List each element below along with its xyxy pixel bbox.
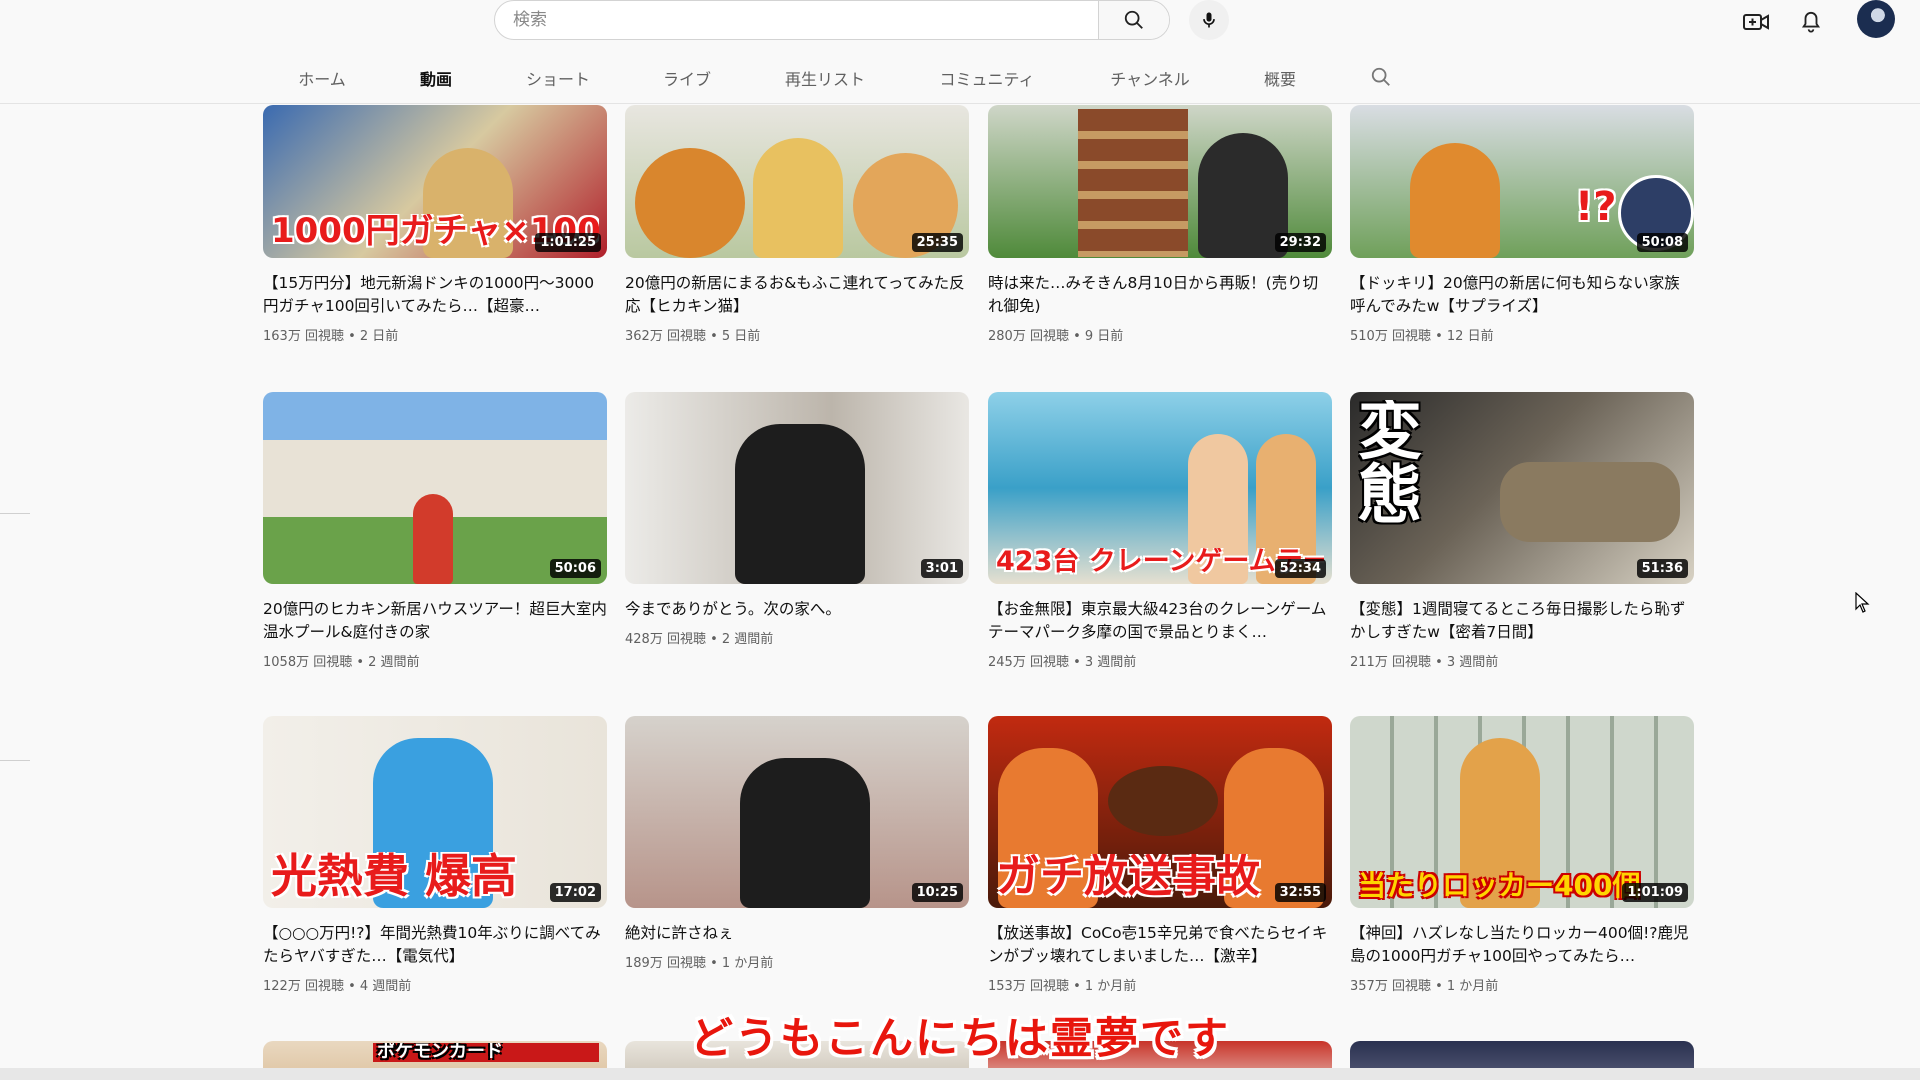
video-thumbnail[interactable]: !? 50:08 [1350, 105, 1694, 258]
thumbnail-person [413, 494, 453, 584]
video-duration: 50:08 [1636, 233, 1688, 252]
video-meta: 153万 回視聴 • 1 か月前 [988, 979, 1137, 994]
tab-community[interactable]: コミュニティ [939, 66, 1034, 90]
video-meta: 280万 回視聴 • 9 日前 [988, 329, 1124, 344]
video-meta: 1058万 回視聴 • 2 週間前 [263, 655, 420, 670]
thumbnail-text: 変態 [1358, 400, 1422, 528]
create-button[interactable] [1738, 4, 1774, 40]
search-box [494, 0, 1170, 40]
video-meta: 362万 回視聴 • 5 日前 [625, 329, 761, 344]
video-thumbnail[interactable]: 29:32 [988, 105, 1332, 258]
thumbnail-person [740, 758, 870, 908]
tab-live[interactable]: ライブ [663, 66, 711, 90]
video-duration: 51:36 [1636, 559, 1688, 578]
video-duration: 3:01 [920, 559, 963, 578]
video-title[interactable]: 【ドッキリ】20億円の新居に何も知らない家族呼んでみたw【サプライズ】 [1350, 272, 1694, 318]
avatar[interactable] [1857, 0, 1895, 38]
video-title[interactable]: 【お金無限】東京最大級423台のクレーンゲームテーマパーク多摩の国で景品とりまく… [988, 598, 1332, 644]
video-title[interactable]: 【放送事故】CoCo壱15辛兄弟で食べたらセイキンがブッ壊れてしまいました…【激… [988, 922, 1332, 968]
video-meta: 189万 回視聴 • 1 か月前 [625, 956, 774, 971]
video-duration: 32:55 [1274, 883, 1326, 902]
video-title[interactable]: 時は来た…みそきん8月10日から再販！(売り切れ御免) [988, 272, 1332, 318]
video-thumbnail[interactable]: 50:06 [263, 392, 607, 584]
search-input[interactable] [495, 1, 1098, 39]
video-duration: 1:01:09 [1622, 883, 1688, 902]
search-icon [1124, 10, 1143, 29]
video-duration: 52:34 [1274, 559, 1326, 578]
video-duration: 10:25 [911, 883, 963, 902]
tab-home[interactable]: ホーム [298, 66, 346, 90]
tab-shorts[interactable]: ショート [526, 66, 590, 90]
video-thumbnail[interactable]: 光熱費 爆高 17:02 [263, 716, 607, 908]
video-title[interactable]: 20億円のヒカキン新居ハウスツアー！超巨大室内温水プール&庭付きの家 [263, 598, 607, 644]
video-title[interactable]: 【変態】1週間寝てるところ毎日撮影したら恥ずかしすぎたw【密着7日間】 [1350, 598, 1694, 644]
thumbnail-text: !? [1575, 186, 1617, 228]
voice-search-button[interactable] [1189, 0, 1229, 40]
video-thumbnail[interactable]: 25:35 [625, 105, 969, 258]
tab-videos[interactable]: 動画 [420, 66, 452, 90]
thumbnail-curry-plate [1108, 766, 1218, 836]
thumbnail-person [1410, 143, 1500, 258]
video-duration: 25:35 [911, 233, 963, 252]
thumbnail-person [753, 138, 843, 258]
video-thumbnail[interactable]: 変態 51:36 [1350, 392, 1694, 584]
video-meta: 428万 回視聴 • 2 週間前 [625, 632, 774, 647]
video-meta: 510万 回視聴 • 12 日前 [1350, 329, 1494, 344]
create-video-icon [1743, 14, 1769, 30]
video-title[interactable]: 【15万円分】地元新潟ドンキの1000円〜3000円ガチャ100回引いてみたら…… [263, 272, 607, 318]
video-meta: 211万 回視聴 • 3 週間前 [1350, 655, 1499, 670]
mouse-cursor-icon [1855, 592, 1870, 613]
search-button[interactable] [1098, 1, 1169, 39]
video-meta: 163万 回視聴 • 2 日前 [263, 329, 399, 344]
thumbnail-person [735, 424, 865, 584]
bottom-edge-bar [0, 1068, 1920, 1080]
top-bar [0, 0, 1920, 40]
tab-playlists[interactable]: 再生リスト [785, 66, 865, 90]
tab-channels[interactable]: チャンネル [1110, 66, 1190, 90]
video-duration: 17:02 [549, 883, 601, 902]
video-title[interactable]: 【神回】ハズレなし当たりロッカー400個!?鹿児島の1000円ガチャ100回やっ… [1350, 922, 1694, 968]
bell-icon [1801, 11, 1821, 33]
notifications-button[interactable] [1793, 4, 1829, 40]
video-thumbnail[interactable]: 当たりロッカー400個 1:01:09 [1350, 716, 1694, 908]
video-meta: 357万 回視聴 • 1 か月前 [1350, 979, 1499, 994]
video-thumbnail[interactable]: ガチ放送事故 32:55 [988, 716, 1332, 908]
thumbnail-person-sleeping [1500, 462, 1680, 542]
thumbnail-cat [635, 148, 745, 258]
thumbnail-boxes [1078, 109, 1188, 257]
left-edge-divider [0, 760, 30, 761]
video-thumbnail[interactable]: 1000円ガチャ×100回 1:01:25 [263, 105, 607, 258]
video-meta: 245万 回視聴 • 3 週間前 [988, 655, 1137, 670]
tab-about[interactable]: 概要 [1264, 66, 1296, 90]
video-subtitle-caption: どうもこんにちは霊夢です [690, 1014, 1230, 1064]
tab-search-button[interactable] [1370, 66, 1392, 92]
video-title[interactable]: 【○○○万円!?】年間光熱費10年ぶりに調べてみたらヤバすぎた…【電気代】 [263, 922, 607, 968]
video-meta: 122万 回視聴 • 4 週間前 [263, 979, 412, 994]
video-grid: 1000円ガチャ×100回 1:01:25 【15万円分】地元新潟ドンキの100… [0, 105, 1920, 1080]
left-edge-divider [0, 513, 30, 514]
video-thumbnail[interactable]: 3:01 [625, 392, 969, 584]
video-duration: 1:01:25 [535, 233, 601, 252]
video-duration: 50:06 [549, 559, 601, 578]
video-thumbnail[interactable]: 423台 クレーンゲームテーマパーク 52:34 [988, 392, 1332, 584]
video-thumbnail[interactable]: 10:25 [625, 716, 969, 908]
channel-tabs: ホーム 動画 ショート ライブ 再生リスト コミュニティ チャンネル 概要 [0, 58, 1920, 104]
search-icon [1371, 67, 1390, 86]
video-duration: 29:32 [1274, 233, 1326, 252]
mic-icon [1203, 12, 1215, 28]
video-title[interactable]: 20億円の新居にまるお&もふこ連れてってみた反応【ヒカキン猫】 [625, 272, 969, 318]
